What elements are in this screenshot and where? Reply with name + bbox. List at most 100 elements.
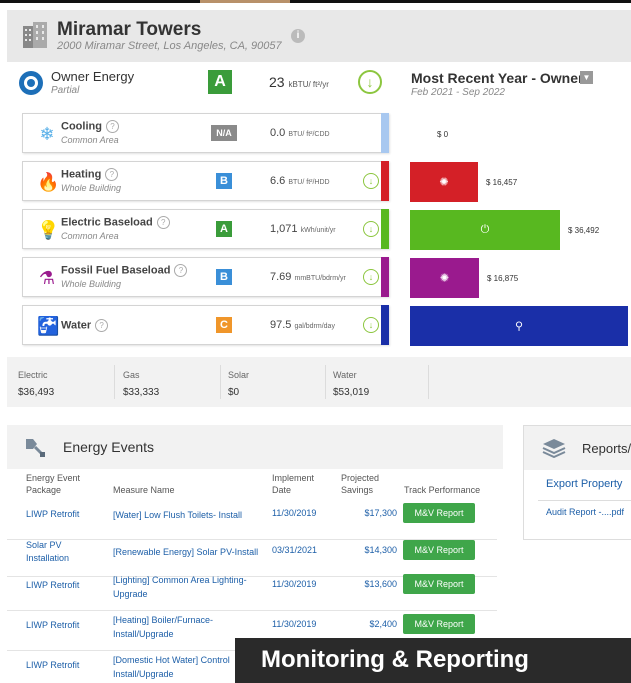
total-value: $36,493 xyxy=(18,387,55,398)
col-header-track[interactable]: Track Performance xyxy=(404,484,480,496)
total-label: Water xyxy=(333,370,357,380)
help-icon[interactable]: ? xyxy=(156,216,170,229)
help-icon[interactable]: ? xyxy=(95,319,109,332)
grade-badge: N/A xyxy=(211,125,237,141)
divider xyxy=(220,365,221,399)
cost-bar[interactable]: ⚲ xyxy=(410,306,628,346)
bar-value-label: $ 16,875 xyxy=(487,274,519,283)
recent-year-range: Feb 2021 - Sep 2022 xyxy=(411,87,505,98)
property-name: Miramar Towers xyxy=(57,19,202,40)
water-faucet-icon: 🚰 xyxy=(37,316,60,336)
help-icon[interactable]: ? xyxy=(105,168,119,181)
measure-link[interactable]: [Lighting] Common Area Lighting-Upgrade xyxy=(113,573,263,601)
category-name-text: Heating xyxy=(61,168,102,181)
down-arrow-icon: ↓ xyxy=(363,269,379,285)
flame-icon: 🔥 xyxy=(37,172,60,192)
category-stripe xyxy=(381,305,389,345)
total-value: $0 xyxy=(228,387,240,398)
category-card[interactable]: 🚰 Water? C 97.5 gal/bdrm/day ↓ xyxy=(22,305,389,345)
mv-report-button[interactable]: M&V Report xyxy=(403,503,475,523)
package-link[interactable]: LIWP Retrofit xyxy=(26,619,96,632)
divider xyxy=(114,365,115,399)
table-row: LIWP Retrofit [Water] Low Flush Toilets- … xyxy=(7,500,497,540)
measure-link[interactable]: [Renewable Energy] Solar PV-Install xyxy=(113,545,263,559)
category-sub: Whole Building xyxy=(61,279,122,289)
total-label: Solar xyxy=(228,370,250,380)
owner-grade-badge: A xyxy=(208,70,232,94)
owner-value-unit: kBTU/ ft²/yr xyxy=(288,80,329,89)
col-header-package[interactable]: Energy Event Package xyxy=(26,472,106,496)
bulb-icon: 💡 xyxy=(37,220,60,240)
value-number: 7.69 xyxy=(270,271,292,283)
category-card[interactable]: 🔥 Heating? Whole Building B 6.6 BTU/ ft²/HDD… xyxy=(22,161,389,201)
owner-value-number: 23 xyxy=(269,74,285,90)
category-name: Cooling? xyxy=(61,120,119,133)
audit-report-link[interactable]: Audit Report -....pdf xyxy=(546,507,624,517)
help-icon[interactable]: ? xyxy=(174,264,188,277)
cost-bar[interactable]: ✺ xyxy=(410,258,479,298)
bar-icon: ✺ xyxy=(439,176,449,189)
col-header-savings[interactable]: Projected Savings xyxy=(341,472,393,496)
projected-savings: $13,600 xyxy=(364,579,397,589)
reports-panel: Reports/ Export Property Audit Report -.… xyxy=(523,425,631,540)
top-strip xyxy=(0,0,631,3)
faucet-flame-icon: ⚗ xyxy=(38,268,56,288)
category-stripe xyxy=(381,257,389,297)
category-sub: Common Area xyxy=(61,231,119,241)
category-name: Heating? xyxy=(61,168,119,181)
category-card[interactable]: ❄ Cooling? Common Area N/A 0.0 BTU/ ft²/CDD xyxy=(22,113,389,153)
down-arrow-icon: ↓ xyxy=(363,317,379,333)
implement-date: 11/30/2019 xyxy=(272,619,317,629)
recent-year-title: Most Recent Year - Owner xyxy=(411,70,584,86)
category-value: 7.69 mmBTU/bdrm/yr xyxy=(270,271,346,283)
owner-energy-title: Owner Energy xyxy=(51,69,135,84)
reports-header: Reports/ xyxy=(524,426,631,470)
table-row: LIWP Retrofit [Lighting] Common Area Ligh… xyxy=(7,571,497,611)
package-link[interactable]: LIWP Retrofit xyxy=(26,659,96,672)
measure-link[interactable]: [Heating] Boiler/Furnace-Install/Upgrade xyxy=(113,613,263,641)
projected-savings: $14,300 xyxy=(364,545,397,555)
export-property-link[interactable]: Export Property xyxy=(546,478,622,490)
mv-report-button[interactable]: M&V Report xyxy=(403,574,475,594)
mv-report-button[interactable]: M&V Report xyxy=(403,614,475,634)
category-stripe xyxy=(381,209,389,249)
category-name: Electric Baseload? xyxy=(61,216,170,229)
bar-icon: ⚲ xyxy=(514,320,524,333)
property-address: 2000 Miramar Street, Los Angeles, CA, 90… xyxy=(57,40,282,52)
info-icon[interactable]: i xyxy=(291,29,305,43)
category-card[interactable]: ⚗ Fossil Fuel Baseload? Whole Building B 7.6… xyxy=(22,257,389,297)
category-value: 97.5 gal/bdrm/day xyxy=(270,319,335,331)
category-sub: Whole Building xyxy=(61,183,122,193)
bar-icon: ⏻ xyxy=(480,223,490,236)
cost-bar[interactable]: ⏻ xyxy=(410,210,560,250)
category-value: 6.6 BTU/ ft²/HDD xyxy=(270,175,330,187)
package-link[interactable]: LIWP Retrofit xyxy=(26,579,96,592)
measure-link[interactable]: [Water] Low Flush Toilets- Install xyxy=(113,508,263,522)
category-stripe xyxy=(381,113,389,153)
bar-value-label: $ 0 xyxy=(437,130,449,139)
bar-icon: ✺ xyxy=(439,272,450,285)
total-value: $33,333 xyxy=(123,387,160,398)
divider xyxy=(428,365,429,399)
projected-savings: $2,400 xyxy=(369,619,397,629)
target-icon xyxy=(19,71,43,95)
col-header-measure[interactable]: Measure Name xyxy=(113,484,175,496)
cost-bar[interactable]: ✺ xyxy=(410,162,478,202)
bar-value-label: $ 16,457 xyxy=(486,178,518,187)
package-link[interactable]: LIWP Retrofit xyxy=(26,508,96,521)
dropdown-icon[interactable]: ▼ xyxy=(580,71,593,84)
help-icon[interactable]: ? xyxy=(105,120,119,133)
value-unit: gal/bdrm/day xyxy=(294,323,335,330)
top-strip-accent xyxy=(200,0,290,3)
package-link[interactable]: Solar PV Installation xyxy=(26,539,96,565)
value-number: 0.0 xyxy=(270,127,286,139)
value-unit: mmBTU/bdrm/yr xyxy=(294,275,346,282)
grade-badge: B xyxy=(216,269,232,285)
category-name-text: Fossil Fuel Baseload xyxy=(61,264,171,277)
total-value: $53,019 xyxy=(333,387,370,398)
caption-banner: Monitoring & Reporting xyxy=(235,638,631,683)
col-header-date[interactable]: Implement Date xyxy=(272,472,324,496)
mv-report-button[interactable]: M&V Report xyxy=(403,540,475,560)
plug-icon xyxy=(26,439,45,457)
category-card[interactable]: 💡 Electric Baseload? Common Area A 1,071 kWh… xyxy=(22,209,389,249)
